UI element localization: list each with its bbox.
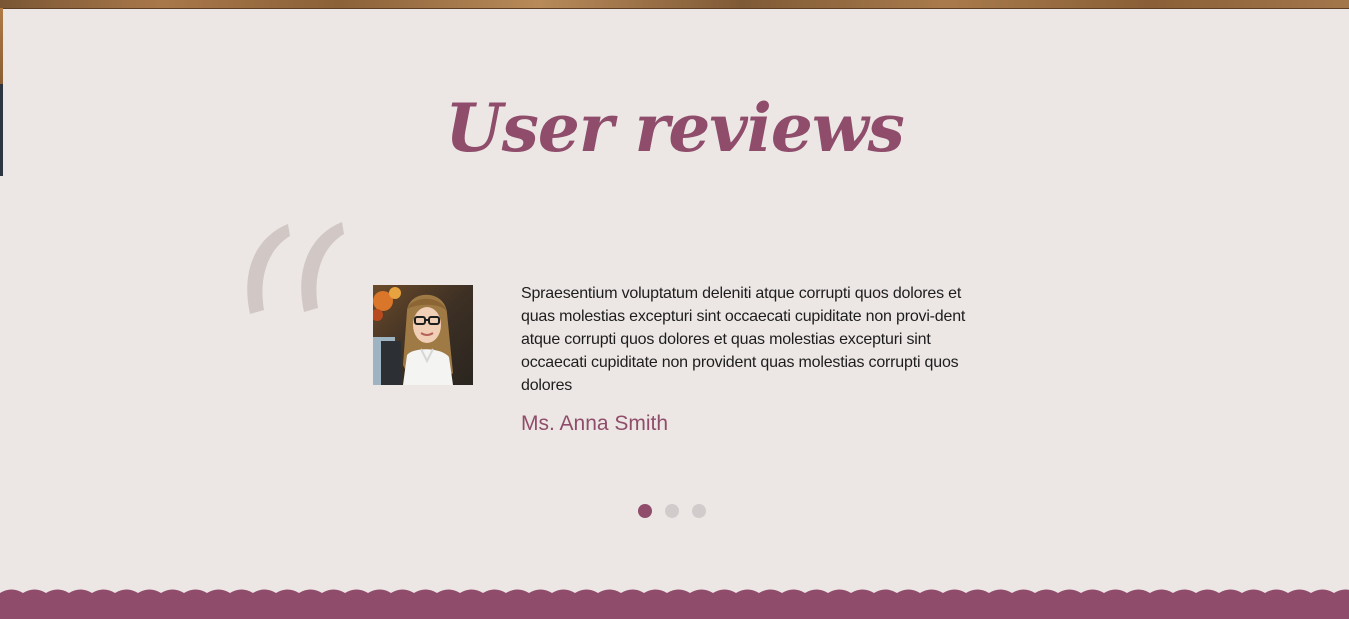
carousel-dot-3[interactable] <box>692 504 706 518</box>
carousel-dot-2[interactable] <box>665 504 679 518</box>
quote-open-icon <box>247 222 344 314</box>
review-author: Ms. Anna Smith <box>521 412 669 435</box>
reviewer-avatar <box>373 285 473 385</box>
review-text: Spraesentium voluptatum deleniti atque c… <box>521 285 966 394</box>
carousel-dot-1[interactable] <box>638 504 652 518</box>
carousel-pagination <box>638 504 706 518</box>
wave-footer-border <box>0 589 1349 619</box>
section-title: User reviews <box>445 89 905 167</box>
wood-header-strip <box>0 0 1349 9</box>
